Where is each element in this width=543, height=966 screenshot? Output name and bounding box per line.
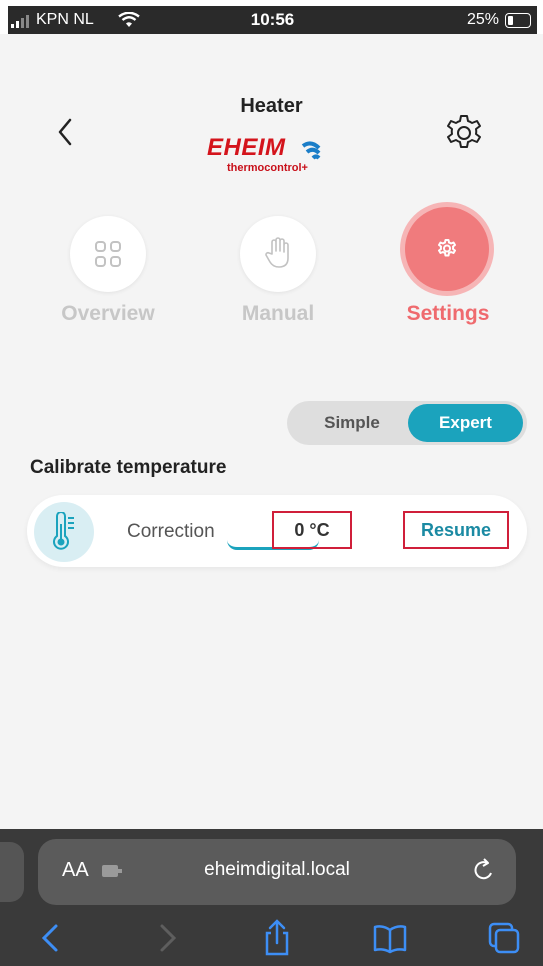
logo-subtitle: thermocontrol+ — [227, 162, 308, 174]
battery-icon — [505, 13, 531, 28]
mode-toggle: Simple Expert — [287, 401, 527, 445]
logo-waves-icon — [301, 141, 321, 160]
tab-settings[interactable] — [405, 207, 489, 291]
tab-label-settings[interactable]: Settings — [368, 302, 528, 326]
calibration-card: Correction 0 °C Resume — [27, 495, 527, 567]
thermometer-badge — [34, 502, 94, 562]
section-title: Calibrate temperature — [30, 457, 227, 478]
forward-nav-icon[interactable] — [146, 918, 186, 958]
clock: 10:56 — [250, 10, 295, 29]
eheim-logo: EHEIM thermocontrol+ — [203, 132, 335, 178]
previous-tab-edge[interactable] — [0, 842, 24, 902]
status-bar: KPN NL 10:56 25% — [8, 6, 537, 34]
battery-level — [508, 16, 513, 25]
correction-value-field[interactable]: 0 °C — [272, 511, 352, 549]
reload-icon[interactable] — [470, 856, 498, 886]
chevron-left-icon[interactable] — [50, 112, 80, 152]
share-icon[interactable] — [257, 918, 297, 958]
tab-label-overview[interactable]: Overview — [28, 302, 188, 326]
tabs-icon[interactable] — [484, 918, 524, 958]
resume-button[interactable]: Resume — [403, 511, 509, 549]
address-bar[interactable]: AA eheimdigital.local — [38, 839, 516, 905]
gear-icon — [438, 239, 456, 257]
bookmarks-icon[interactable] — [370, 918, 410, 958]
thermometer-icon — [53, 512, 74, 550]
browser-toolbar: AA eheimdigital.local — [0, 829, 543, 966]
logo-wordmark: EHEIM — [207, 134, 286, 161]
gear-icon[interactable] — [440, 110, 488, 158]
grid-icon — [95, 241, 121, 267]
correction-label: Correction — [127, 521, 215, 542]
back-nav-icon[interactable] — [32, 918, 72, 958]
url-text: eheimdigital.local — [204, 859, 350, 880]
tab-overview[interactable] — [70, 216, 146, 292]
mode-simple-option[interactable]: Simple — [297, 401, 407, 445]
battery-percent: 25% — [466, 11, 499, 28]
tab-manual[interactable] — [240, 216, 316, 292]
hand-icon — [265, 237, 289, 268]
mode-expert-option[interactable]: Expert — [408, 404, 523, 442]
tab-label-manual[interactable]: Manual — [198, 302, 358, 326]
